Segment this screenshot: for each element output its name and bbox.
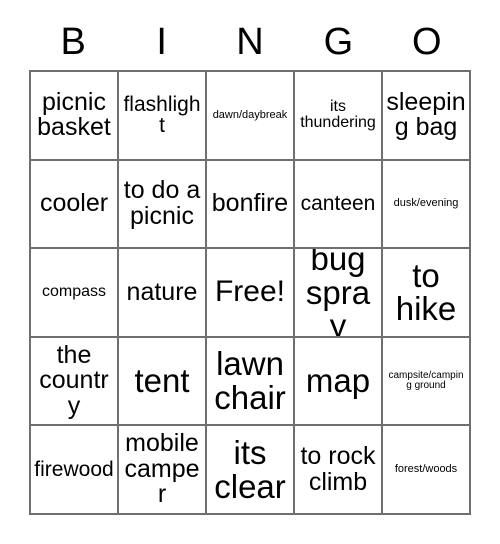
bingo-cell-label: to do a picnic bbox=[123, 176, 201, 230]
bingo-cell-o2[interactable]: dusk/evening bbox=[383, 160, 471, 250]
bingo-cell-n5[interactable]: its clear bbox=[207, 426, 295, 515]
bingo-cell-label: tent bbox=[134, 362, 190, 400]
bingo-cell-label: sleeping bag bbox=[386, 87, 466, 142]
bingo-cell-b4[interactable]: the country bbox=[31, 337, 119, 427]
bingo-cell-i1[interactable]: flashlight bbox=[119, 72, 207, 161]
bingo-cell-i4[interactable]: tent bbox=[119, 337, 207, 427]
bingo-cell-label: compass bbox=[41, 283, 107, 301]
bingo-cell-label: its thundering bbox=[300, 97, 376, 132]
bingo-cell-o5[interactable]: forest/woods bbox=[383, 426, 471, 515]
bingo-cell-label: dawn/daybreak bbox=[212, 108, 288, 121]
bingo-cell-n2[interactable]: bonfire bbox=[207, 160, 295, 250]
bingo-cell-label: flashlight bbox=[123, 92, 201, 138]
bingo-cell-o4[interactable]: campsite/camping ground bbox=[383, 337, 471, 427]
bingo-cell-label: the country bbox=[39, 340, 109, 420]
bingo-cell-label: nature bbox=[126, 277, 198, 306]
bingo-header-letter-b: B bbox=[60, 21, 86, 63]
bingo-cell-label: canteen bbox=[300, 192, 376, 216]
bingo-cell-label: lawn chair bbox=[214, 345, 286, 417]
bingo-cell-label: to hike bbox=[395, 256, 457, 328]
bingo-cell-o3[interactable]: to hike bbox=[383, 249, 471, 338]
bingo-free-label: Free! bbox=[214, 275, 286, 309]
bingo-cell-label: its clear bbox=[214, 434, 286, 505]
bingo-cell-label: mobile camper bbox=[124, 429, 200, 509]
bingo-cell-i2[interactable]: to do a picnic bbox=[119, 160, 207, 250]
bingo-cell-label: cooler bbox=[39, 189, 109, 218]
bingo-cell-label: dusk/evening bbox=[393, 197, 459, 210]
bingo-header-letter-n: N bbox=[236, 21, 264, 63]
bingo-cell-label: firewood bbox=[34, 457, 114, 481]
bingo-cell-g2[interactable]: canteen bbox=[295, 160, 383, 250]
bingo-cell-b2[interactable]: cooler bbox=[31, 160, 119, 250]
bingo-cell-label: picnic basket bbox=[37, 87, 111, 142]
bingo-cell-label: bug spray bbox=[305, 249, 371, 338]
bingo-cell-o1[interactable]: sleeping bag bbox=[383, 72, 471, 161]
bingo-cell-i5[interactable]: mobile camper bbox=[119, 426, 207, 515]
bingo-cell-g5[interactable]: to rock climb bbox=[295, 426, 383, 515]
bingo-header-letter-g: G bbox=[323, 21, 354, 63]
bingo-cell-g1[interactable]: its thundering bbox=[295, 72, 383, 161]
bingo-header-row: B I N G O bbox=[29, 14, 471, 70]
bingo-card: B I N G O picnic basket flashlight dawn/… bbox=[0, 0, 500, 544]
bingo-cell-n1[interactable]: dawn/daybreak bbox=[207, 72, 295, 161]
bingo-grid: picnic basket flashlight dawn/daybreak i… bbox=[29, 70, 471, 515]
bingo-cell-g3[interactable]: bug spray bbox=[295, 249, 383, 338]
bingo-cell-label: campsite/camping ground bbox=[388, 369, 464, 392]
bingo-cell-g4[interactable]: map bbox=[295, 337, 383, 427]
bingo-header-letter-o: O bbox=[412, 21, 442, 63]
bingo-cell-b5[interactable]: firewood bbox=[31, 426, 119, 515]
bingo-cell-label: to rock climb bbox=[300, 442, 376, 496]
bingo-header-letter-i: I bbox=[156, 21, 167, 63]
bingo-cell-free-space[interactable]: Free! bbox=[207, 249, 295, 338]
bingo-cell-b3[interactable]: compass bbox=[31, 249, 119, 338]
bingo-cell-label: forest/woods bbox=[394, 463, 458, 476]
bingo-cell-label: map bbox=[305, 362, 371, 400]
bingo-cell-n4[interactable]: lawn chair bbox=[207, 337, 295, 427]
bingo-cell-label: bonfire bbox=[211, 189, 289, 218]
bingo-cell-i3[interactable]: nature bbox=[119, 249, 207, 338]
bingo-cell-b1[interactable]: picnic basket bbox=[31, 72, 119, 161]
